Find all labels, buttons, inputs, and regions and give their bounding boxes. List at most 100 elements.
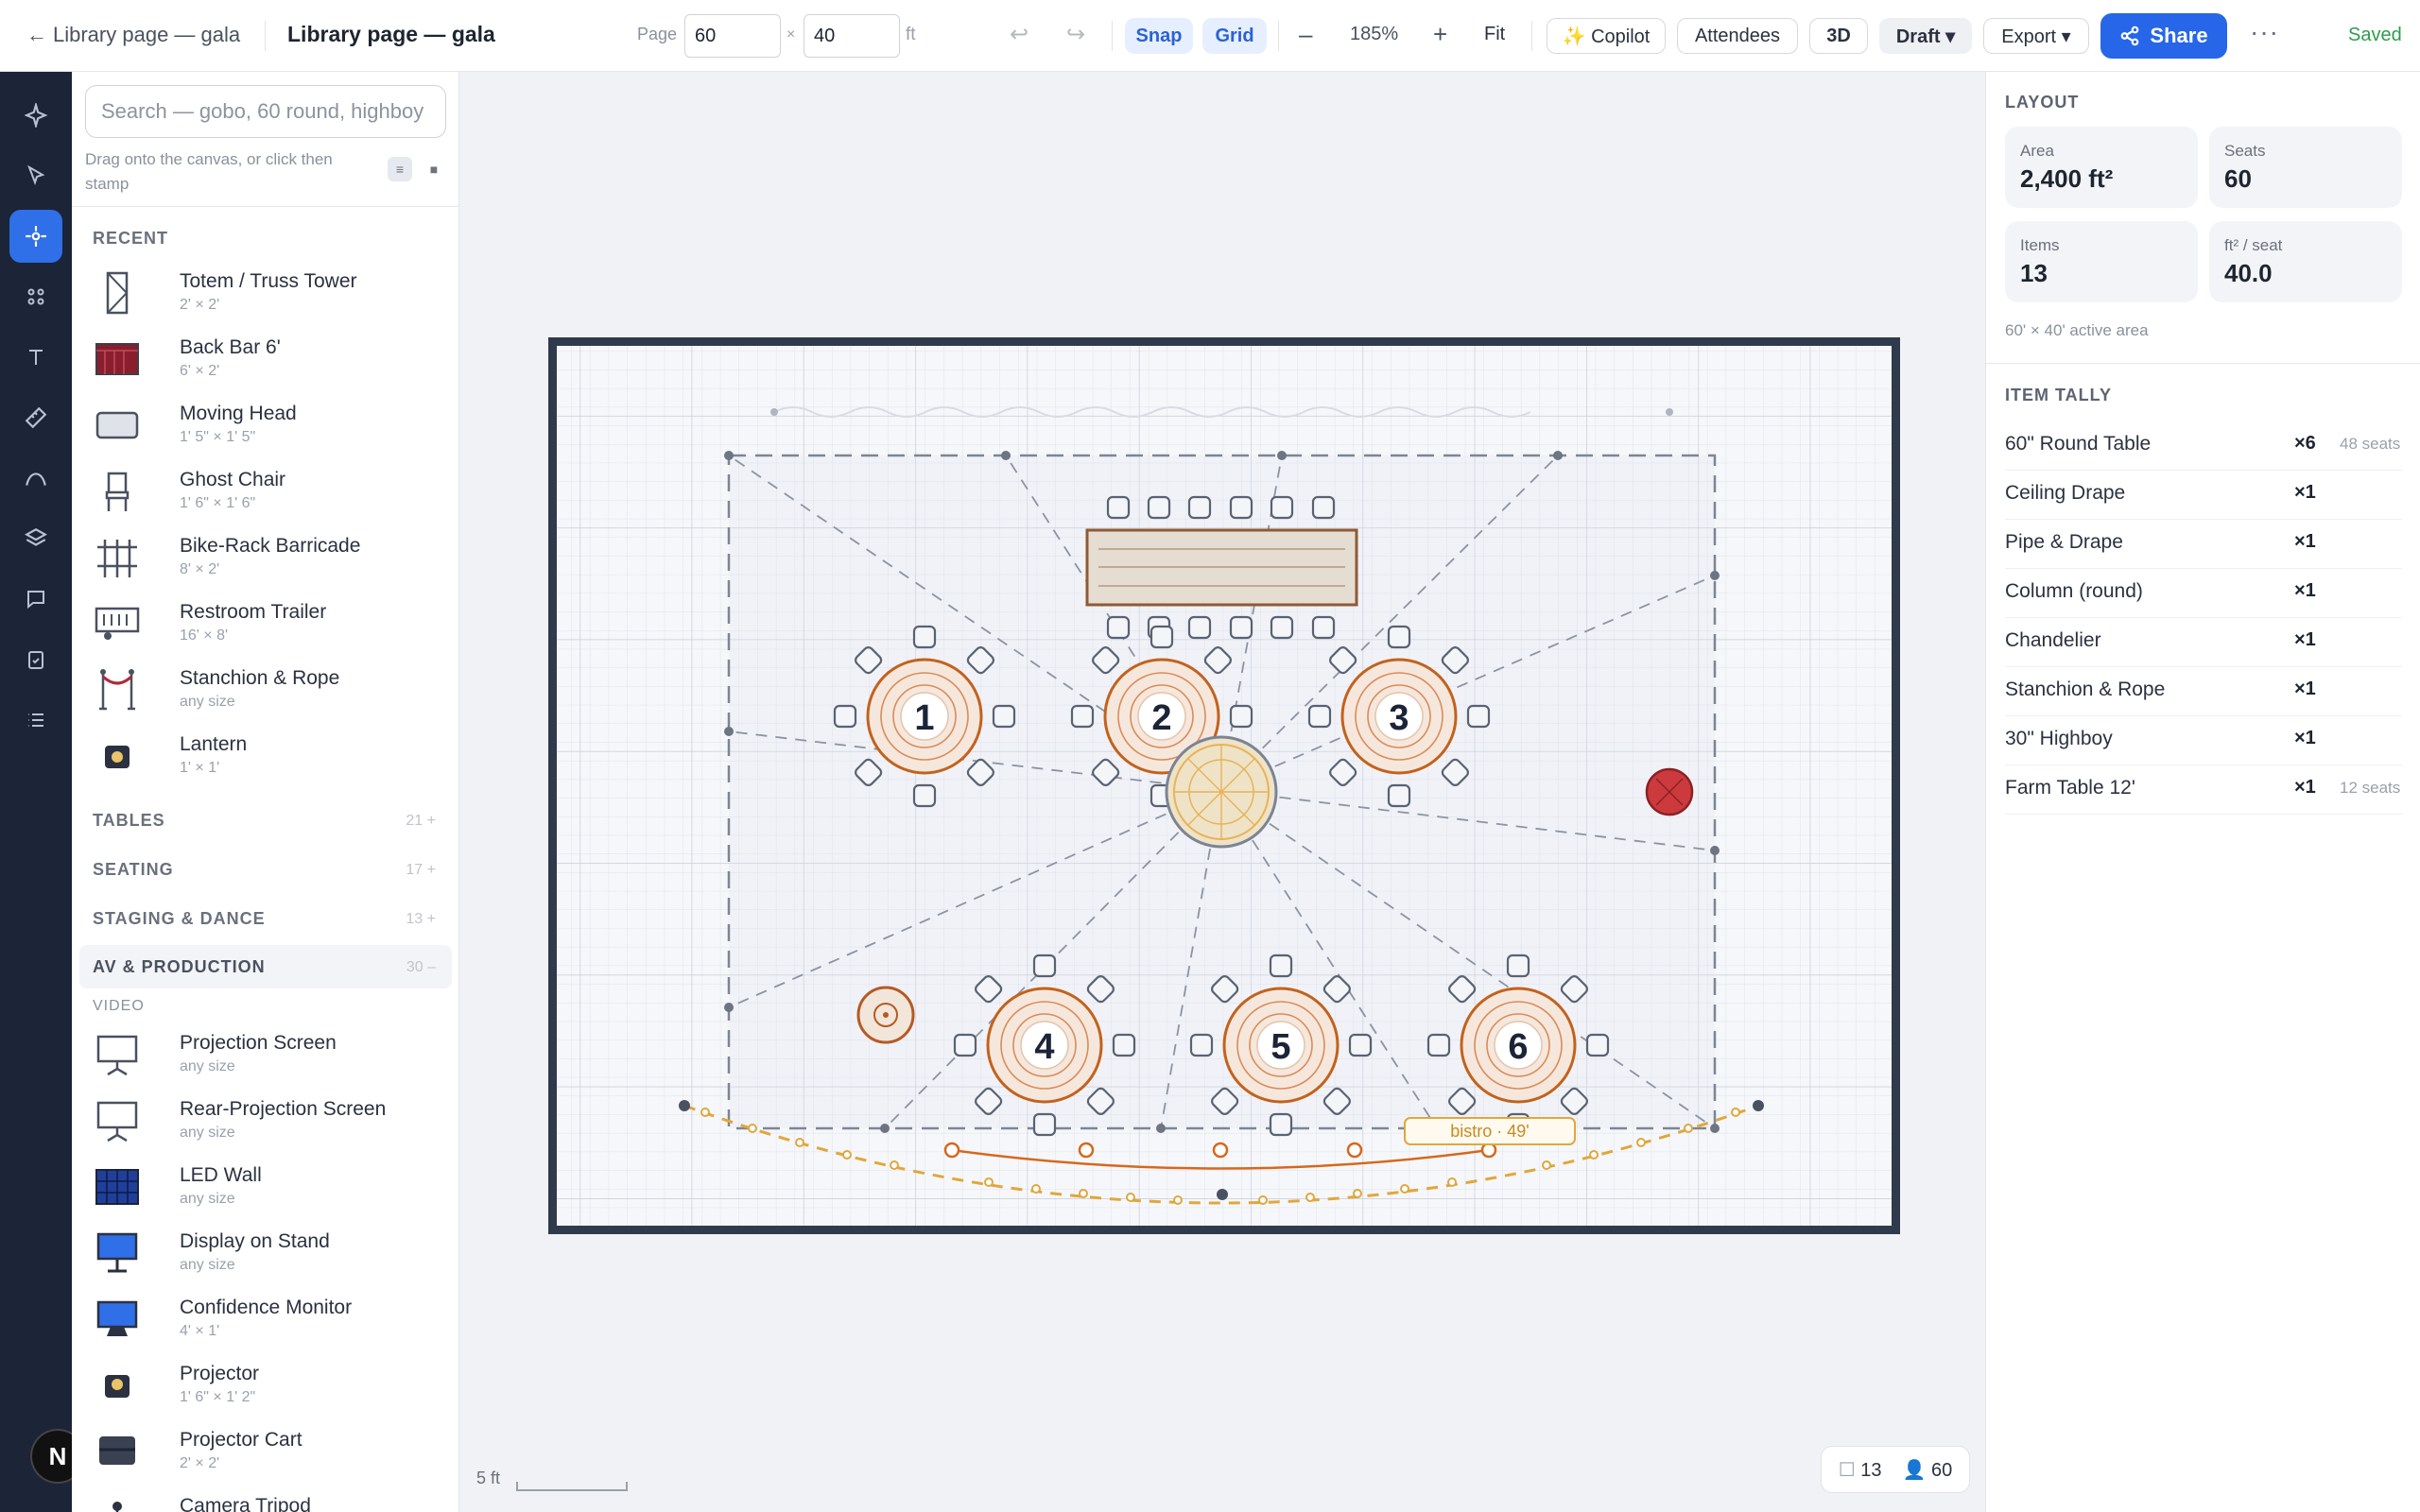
chair[interactable] (1387, 625, 1411, 649)
tally-row[interactable]: 30" Highboy ×1 (2005, 716, 2402, 765)
chair[interactable] (1187, 615, 1212, 640)
chair[interactable] (1147, 495, 1171, 520)
chair[interactable] (1311, 495, 1336, 520)
chair[interactable] (1426, 1033, 1451, 1057)
chair[interactable] (1106, 495, 1131, 520)
text-tool[interactable] (9, 331, 62, 384)
copilot-button[interactable]: ✨ Copilot (1547, 18, 1666, 54)
chair[interactable] (912, 783, 937, 808)
tally-row[interactable]: Stanchion & Rope ×1 (2005, 667, 2402, 716)
list-tool[interactable] (9, 694, 62, 747)
back-link[interactable]: ← Library page — gala (26, 23, 240, 47)
measure-tool[interactable] (9, 391, 62, 444)
chair[interactable] (1269, 1112, 1293, 1137)
chair[interactable] (1307, 704, 1332, 729)
chair[interactable] (1466, 704, 1491, 729)
layers-tool[interactable] (9, 512, 62, 565)
draft-dropdown[interactable]: Draft ▾ (1879, 18, 1972, 54)
chair[interactable] (1229, 615, 1253, 640)
library-item[interactable]: Confidence Monitor 4' × 1' (93, 1291, 442, 1357)
chair[interactable] (992, 704, 1016, 729)
library-item[interactable]: Stanchion & Rope any size (93, 662, 442, 728)
chair[interactable] (1032, 954, 1057, 978)
zoom-in-button[interactable]: + (1433, 20, 1447, 49)
chair[interactable] (1229, 704, 1253, 729)
page-width-input[interactable] (684, 14, 781, 58)
chair[interactable] (1585, 1033, 1610, 1057)
section-seating[interactable]: SEATING (93, 860, 174, 880)
redo-icon[interactable]: ↪ (1066, 21, 1085, 48)
floorplan-drawing[interactable]: 1 2 34 5 6 bistro · 49' (459, 72, 1985, 1512)
library-item[interactable]: Bike-Rack Barricade 8' × 2' (93, 529, 442, 595)
library-item[interactable]: Restroom Trailer 16' × 8' (93, 595, 442, 662)
highboy-table[interactable] (856, 986, 915, 1044)
library-item[interactable]: Lantern 1' × 1' (93, 728, 442, 794)
apps-tool[interactable] (9, 270, 62, 323)
attendees-button[interactable]: Attendees (1677, 18, 1798, 54)
export-dropdown[interactable]: Export ▾ (1983, 18, 2089, 54)
farm-table[interactable] (1085, 528, 1358, 607)
library-item[interactable]: Totem / Truss Tower 2' × 2' (93, 265, 442, 331)
library-item[interactable]: Projection Screen any size (93, 1026, 442, 1092)
list-view-icon[interactable]: ≡ (388, 157, 412, 181)
library-item[interactable]: Display on Stand any size (93, 1225, 442, 1291)
page-height-input[interactable] (804, 14, 900, 58)
zoom-out-button[interactable]: – (1299, 20, 1312, 49)
chair[interactable] (1348, 1033, 1373, 1057)
chair[interactable] (1270, 615, 1294, 640)
share-button[interactable]: Share (2100, 13, 2227, 59)
more-options-icon[interactable]: ··· (2250, 17, 2279, 47)
section-staging[interactable]: STAGING & DANCE (93, 909, 266, 929)
grid-view-icon[interactable]: ■ (422, 157, 446, 181)
chair[interactable] (1032, 1112, 1057, 1137)
select-tool[interactable] (9, 149, 62, 202)
chair[interactable] (1387, 783, 1411, 808)
library-item[interactable]: Projector Cart 2' × 2' (93, 1423, 442, 1489)
tally-row[interactable]: Farm Table 12' ×1 12 seats (2005, 765, 2402, 815)
drape-handle[interactable] (770, 408, 778, 416)
checklist-tool[interactable] (9, 633, 62, 686)
library-item[interactable]: Projector 1' 6" × 1' 2" (93, 1357, 442, 1423)
library-item[interactable]: Moving Head 1' 5" × 1' 5" (93, 397, 442, 463)
chair[interactable] (1311, 615, 1336, 640)
zoom-level[interactable]: 185% (1350, 24, 1398, 45)
snap-toggle[interactable]: Snap (1125, 18, 1193, 54)
chair[interactable] (833, 704, 857, 729)
round-column[interactable] (1645, 767, 1694, 816)
tally-row[interactable]: Pipe & Drape ×1 (2005, 520, 2402, 569)
chandelier[interactable] (1165, 735, 1278, 849)
fit-button[interactable]: Fit (1484, 24, 1505, 45)
chair[interactable] (1150, 625, 1174, 649)
tally-row[interactable]: 60" Round Table ×6 48 seats (2005, 421, 2402, 471)
drape-handle[interactable] (1666, 408, 1673, 416)
library-item[interactable]: LED Wall any size (93, 1159, 442, 1225)
library-search-input[interactable] (85, 85, 446, 138)
chair[interactable] (1270, 495, 1294, 520)
chair[interactable] (1269, 954, 1293, 978)
3d-toggle[interactable]: 3D (1809, 18, 1868, 54)
library-item[interactable]: Ghost Chair 1' 6" × 1' 6" (93, 463, 442, 529)
chair[interactable] (1187, 495, 1212, 520)
chair[interactable] (1229, 495, 1253, 520)
chair[interactable] (1112, 1033, 1136, 1057)
chair[interactable] (1106, 615, 1131, 640)
tally-row[interactable]: Column (round) ×1 (2005, 569, 2402, 618)
comments-tool[interactable] (9, 573, 62, 626)
floorplan-canvas[interactable]: 123456 bistro · 49' 5 ft ☐ 13 👤 60 (459, 72, 1985, 1512)
library-item[interactable]: Camera Tripod (93, 1489, 442, 1512)
undo-icon[interactable]: ↩ (1010, 21, 1028, 48)
section-av-production[interactable]: AV & PRODUCTION (93, 957, 266, 977)
ai-sparkle-tool[interactable] (9, 89, 62, 142)
curve-tool[interactable] (9, 452, 62, 505)
chair[interactable] (953, 1033, 977, 1057)
library-tool[interactable] (9, 210, 62, 263)
section-tables[interactable]: TABLES (93, 811, 165, 831)
chair[interactable] (1189, 1033, 1214, 1057)
chair[interactable] (912, 625, 937, 649)
tally-row[interactable]: Ceiling Drape ×1 (2005, 471, 2402, 520)
chair[interactable] (1506, 954, 1530, 978)
library-item[interactable]: Back Bar 6' 6' × 2' (93, 331, 442, 397)
chair[interactable] (1070, 704, 1095, 729)
grid-toggle[interactable]: Grid (1202, 18, 1267, 54)
library-item[interactable]: Rear-Projection Screen any size (93, 1092, 442, 1159)
